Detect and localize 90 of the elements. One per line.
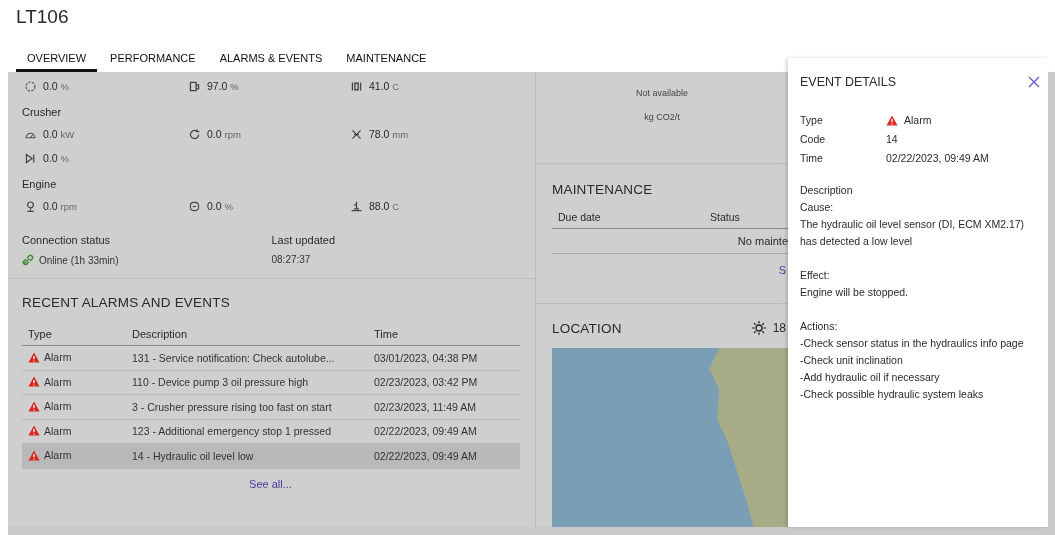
table-cell: Alarm <box>44 375 72 388</box>
column-header: Time <box>368 322 520 346</box>
field-label: Code <box>800 133 827 145</box>
tab[interactable]: PERFORMANCE <box>99 48 207 72</box>
metric-icon <box>350 127 363 141</box>
table-cell: Alarm <box>44 351 72 363</box>
metric-value: 0.0 kW <box>43 128 75 140</box>
metric-icon <box>188 79 201 93</box>
field-value: 14 <box>886 133 898 145</box>
metric-value: 0.0 % <box>43 152 69 164</box>
metric-icon <box>350 199 363 213</box>
table-cell: 02/22/2023, 09:49 AM <box>374 449 477 462</box>
table-cell: 3 - Crusher pressure rising too fast on start <box>132 400 332 413</box>
table-cell: Alarm <box>44 424 72 437</box>
section-heading: Engine <box>22 178 58 190</box>
panel-title: EVENT DETAILS <box>800 75 897 89</box>
tab[interactable]: ALARMS & EVENTS <box>208 48 334 72</box>
metric-icon <box>188 127 201 141</box>
table-cell: 02/22/2023, 09:49 AM <box>374 425 477 438</box>
field-value: Alarm <box>904 114 932 126</box>
description-text: Effect: <box>800 268 831 283</box>
sun-icon <box>750 320 767 336</box>
temperature: 18 <box>772 321 786 335</box>
metric-value: 0.0 % <box>207 200 233 212</box>
table-cell: 02/23/2023, 03:42 PM <box>374 376 478 389</box>
description-text: -Add hydraulic oil if necessary <box>800 370 941 385</box>
section-title: RECENT ALARMS AND EVENTS <box>22 295 231 310</box>
alarm-row[interactable]: Alarm 123 - Additional emergency stop 1 pressed 02/22/2023, 09:49 AM <box>22 419 520 444</box>
description-text: -Check unit inclination <box>800 353 904 368</box>
field-label: Connection status <box>22 234 112 246</box>
warning-icon <box>28 351 40 363</box>
column-header: Due date <box>558 211 602 223</box>
field-label: Description <box>800 184 854 196</box>
description-text: Cause: <box>800 200 835 215</box>
empty-message: No mainte <box>737 235 788 247</box>
warning-icon <box>28 400 40 412</box>
warning-icon <box>28 425 40 436</box>
metric-value: 78.0 mm <box>369 128 409 140</box>
table-cell: 14 - Hydraulic oil level low <box>132 449 254 462</box>
alarm-row[interactable]: Alarm 14 - Hydraulic oil level low 02/22/2023, 09:49 AM <box>22 443 520 468</box>
description-text: Actions: <box>800 319 839 334</box>
table-cell: 131 - Service notification: Check autolube... <box>132 351 335 364</box>
close-icon <box>1028 76 1040 88</box>
alarm-row[interactable]: Alarm 3 - Crusher pressure rising too fast on start 02/23/2023, 11:49 AM <box>22 394 520 419</box>
emissions-unit: kg CO2/t <box>644 112 680 122</box>
close-button[interactable] <box>1026 74 1042 90</box>
metric-value: 0.0 rpm <box>207 128 241 140</box>
metric-value: 41.0 C <box>369 80 400 92</box>
table-cell: 02/23/2023, 11:49 AM <box>374 400 476 413</box>
metric-icon <box>24 151 37 165</box>
alarm-row[interactable]: Alarm 131 - Service notification: Check autolube... 03/01/2023, 04:38 PM <box>22 345 520 370</box>
section-heading: Crusher <box>22 106 63 118</box>
description-text: Engine will be stopped. <box>800 285 909 300</box>
see-all-link[interactable]: S <box>778 264 786 276</box>
warning-icon <box>28 376 40 387</box>
emissions-value: Not available <box>636 88 688 98</box>
column-header: Type <box>22 322 126 346</box>
link-icon <box>22 254 34 266</box>
warning-icon <box>28 449 40 461</box>
metric-value: 97.0 % <box>207 80 239 92</box>
column-header: Status <box>710 211 740 223</box>
section-title: LOCATION <box>552 320 622 336</box>
metric-value: 88.0 C <box>369 200 400 212</box>
field-label: Type <box>800 114 824 126</box>
metric-icon <box>24 199 37 213</box>
column-header: Description <box>126 322 368 346</box>
description-text: -Check sensor status in the hydraulics info page <box>800 336 1025 351</box>
section-title: MAINTENANCE <box>552 182 654 197</box>
page-title: LT106 <box>16 6 70 28</box>
table-cell: Alarm <box>44 400 72 412</box>
field-value: 08:27:37 <box>271 254 311 265</box>
metric-icon <box>350 79 363 93</box>
field-label: Time <box>800 152 824 164</box>
field-label: Last updated <box>271 234 337 246</box>
alarm-row[interactable]: Alarm 110 - Device pump 3 oil pressure high 02/23/2023, 03:42 PM <box>22 370 520 395</box>
description-text: -Check possible hydraulic system leaks <box>800 387 985 402</box>
metric-value: 0.0 % <box>43 80 69 92</box>
table-cell: 03/01/2023, 04:38 PM <box>374 351 478 364</box>
table-cell: 110 - Device pump 3 oil pressure high <box>132 376 309 389</box>
see-all-link[interactable]: See all... <box>249 477 292 490</box>
tab[interactable]: MAINTENANCE <box>335 48 438 72</box>
table-cell: Alarm <box>44 449 72 461</box>
metric-icon <box>24 79 37 93</box>
description-text: The hydraulic oil level sensor (DI, ECM XM2.17) has detected a low level <box>800 217 1026 249</box>
field-value: 02/22/2023, 09:49 AM <box>886 152 989 164</box>
field-value: Online (1h 33min) <box>39 254 119 266</box>
metric-value: 0.0 rpm <box>43 200 77 212</box>
table-cell: 123 - Additional emergency stop 1 pressed <box>132 425 332 438</box>
metric-icon <box>188 199 201 213</box>
warning-icon <box>886 114 898 126</box>
